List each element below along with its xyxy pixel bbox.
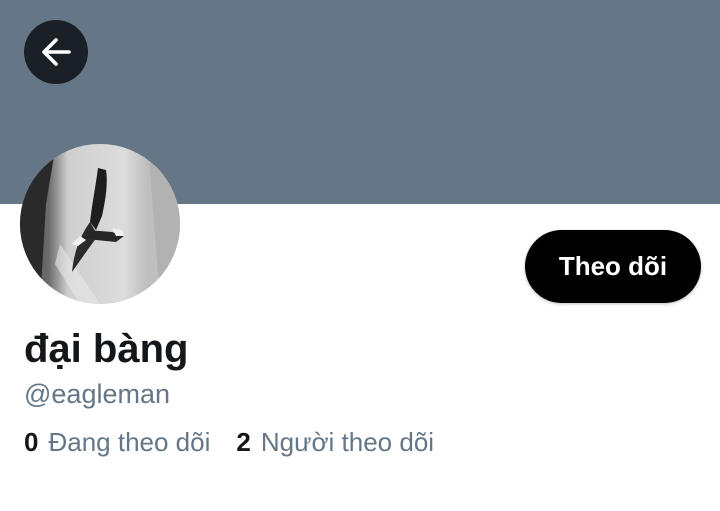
arrow-left-icon xyxy=(42,38,71,66)
following-label: Đang theo dõi xyxy=(48,427,211,457)
followers-count: 2 xyxy=(236,427,251,457)
followers-label: Người theo dõi xyxy=(260,427,435,457)
avatar[interactable] xyxy=(20,144,180,304)
following-stat[interactable]: 0 Đang theo dõi xyxy=(24,424,210,460)
user-handle: @eagleman xyxy=(24,379,170,409)
back-button[interactable] xyxy=(24,20,88,84)
eagle-tattoo-photo xyxy=(20,144,180,304)
display-name: đại bàng xyxy=(24,327,189,371)
followers-stat[interactable]: 2 Người theo dõi xyxy=(236,424,434,460)
following-count: 0 xyxy=(24,427,39,457)
follow-button[interactable]: Theo dõi xyxy=(525,230,701,303)
follow-stats: 0 Đang theo dõi 2 Người theo dõi xyxy=(24,424,434,460)
